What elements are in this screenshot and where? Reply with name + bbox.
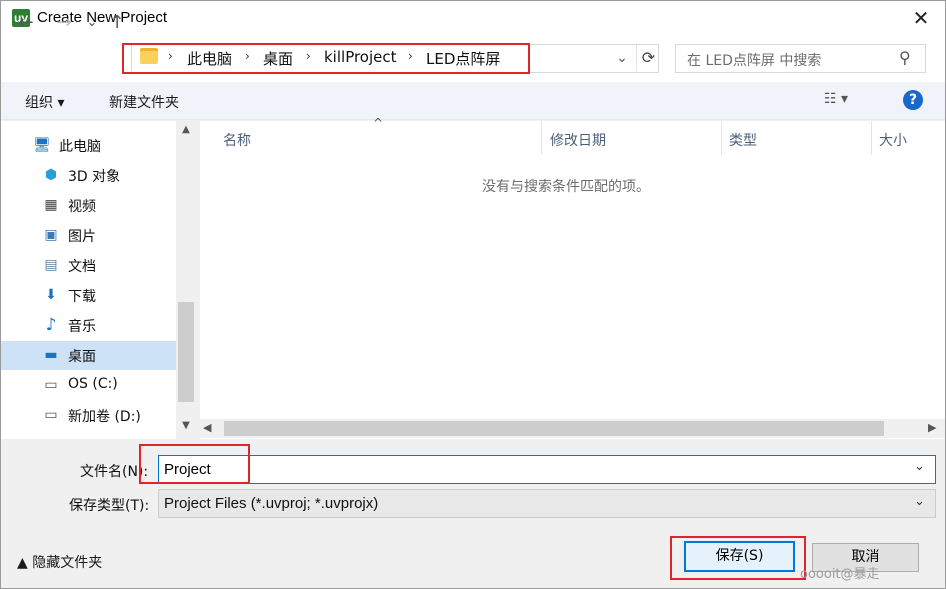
sidebar-item-3d-objects[interactable]: ⬢ 3D 对象 <box>0 161 176 190</box>
sidebar-item-label: 图片 <box>68 229 96 245</box>
refresh-icon[interactable]: ⟳ <box>636 45 660 71</box>
breadcrumb-led-matrix[interactable]: LED点阵屏 <box>426 48 500 69</box>
up-button[interactable]: ↑ <box>106 10 128 36</box>
sidebar-item-documents[interactable]: ▤ 文档 <box>0 251 176 280</box>
empty-folder-message: 没有与搜索条件匹配的项。 <box>482 179 650 195</box>
filetype-selected-value: Project Files (*.uvproj; *.uvprojx) <box>164 495 379 512</box>
column-divider[interactable] <box>541 121 542 155</box>
scroll-left-icon[interactable]: ◀ <box>203 421 211 434</box>
computer-icon: 🖥 <box>33 137 51 153</box>
breadcrumb-desktop[interactable]: 桌面 <box>263 48 293 69</box>
breadcrumb-separator: › <box>306 49 311 63</box>
new-folder-button[interactable]: 新建文件夹 <box>109 92 179 112</box>
filename-field[interactable] <box>158 455 936 484</box>
hide-folders-button[interactable]: ▲ 隐藏文件夹 <box>17 552 102 572</box>
sidebar-item-label: 音乐 <box>68 319 96 335</box>
drive-icon: ▭ <box>44 377 58 393</box>
watermark-text: ooooit@暴走 <box>800 567 880 582</box>
picture-icon: ▣ <box>44 227 58 243</box>
filetype-label: 保存类型(T): <box>69 498 150 514</box>
breadcrumb-this-pc[interactable]: 此电脑 <box>187 48 232 69</box>
help-icon[interactable]: ? <box>903 90 923 110</box>
sidebar-item-label: 此电脑 <box>59 139 101 155</box>
sidebar-item-label: 文档 <box>68 259 96 275</box>
breadcrumb-killproject[interactable]: killProject <box>324 48 397 66</box>
save-button[interactable]: 保存(S) <box>684 541 795 572</box>
sidebar-scroll-thumb[interactable] <box>178 302 194 402</box>
sidebar-item-label: 下载 <box>68 289 96 305</box>
sidebar-item-pictures[interactable]: ▣ 图片 <box>0 221 176 250</box>
sidebar-item-label: OS (C:) <box>68 376 118 392</box>
filename-dropdown-icon[interactable]: ⌄ <box>914 459 925 474</box>
sidebar-item-label: 桌面 <box>68 349 96 365</box>
film-icon: ▦ <box>44 197 58 213</box>
search-placeholder: 在 LED点阵屏 中搜索 <box>687 53 822 69</box>
sidebar-item-label: 新加卷 (D:) <box>68 409 141 425</box>
sidebar-item-videos[interactable]: ▦ 视频 <box>0 191 176 220</box>
scroll-right-icon[interactable]: ▶ <box>928 421 936 434</box>
recent-locations-button[interactable]: ⌄ <box>84 10 100 36</box>
column-header-name[interactable]: 名称 <box>223 130 251 150</box>
column-divider[interactable] <box>871 121 872 155</box>
sort-ascending-icon: ^ <box>373 116 384 130</box>
sidebar-item-label: 视频 <box>68 199 96 215</box>
folder-icon <box>140 48 158 64</box>
search-icon: ⚲ <box>899 48 911 67</box>
column-divider[interactable] <box>721 121 722 155</box>
file-list[interactable] <box>200 121 946 439</box>
organize-button[interactable]: 组织 ▾ <box>25 92 64 112</box>
view-options-button[interactable]: ☷ ▾ <box>824 91 848 107</box>
back-button[interactable]: ← <box>14 10 38 36</box>
document-icon: ▤ <box>44 257 58 273</box>
column-header-size[interactable]: 大小 <box>879 130 907 150</box>
drive-icon: ▭ <box>44 407 58 423</box>
column-header-type[interactable]: 类型 <box>729 130 757 150</box>
column-header-date-modified[interactable]: 修改日期 <box>550 130 606 150</box>
breadcrumb-separator: › <box>168 49 173 63</box>
sidebar-item-music[interactable]: ♪ 音乐 <box>0 311 176 340</box>
sidebar-item-drive-c[interactable]: ▭ OS (C:) <box>0 371 176 400</box>
address-dropdown-icon[interactable]: ⌄ <box>612 47 632 69</box>
filetype-dropdown-icon[interactable]: ⌄ <box>914 494 925 509</box>
sidebar-item-this-pc[interactable]: 🖥 此电脑 <box>0 131 176 160</box>
close-button[interactable]: ✕ <box>900 4 942 32</box>
filename-label: 文件名(N): <box>80 464 149 480</box>
scroll-up-icon[interactable]: ▲ <box>176 124 196 140</box>
download-icon: ⬇ <box>45 287 57 303</box>
scroll-down-icon[interactable]: ▼ <box>176 420 196 436</box>
breadcrumb-separator: › <box>245 49 250 63</box>
breadcrumb-separator: › <box>408 49 413 63</box>
cube-icon: ⬢ <box>44 167 58 183</box>
desktop-icon: ▬ <box>44 347 58 363</box>
sidebar-item-drive-d[interactable]: ▭ 新加卷 (D:) <box>0 401 176 430</box>
music-icon: ♪ <box>45 315 57 335</box>
forward-button[interactable]: → <box>52 10 76 36</box>
sidebar-item-desktop[interactable]: ▬ 桌面 <box>0 341 176 370</box>
horizontal-scroll-thumb[interactable] <box>224 421 884 436</box>
sidebar-item-downloads[interactable]: ⬇ 下载 <box>0 281 176 310</box>
sidebar-item-label: 3D 对象 <box>68 169 121 185</box>
